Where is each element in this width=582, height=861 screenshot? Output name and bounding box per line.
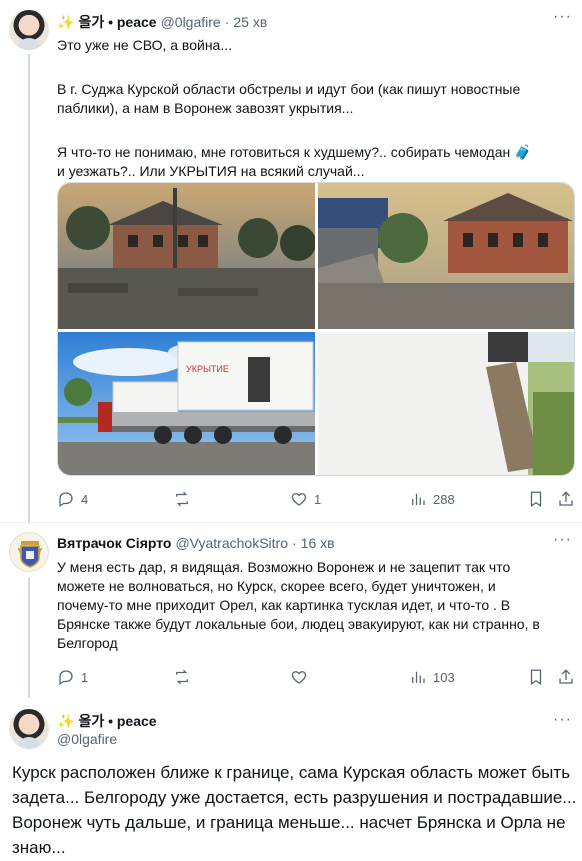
repost-icon (176, 491, 188, 507)
author-name[interactable]: Вятрачок Сіярто (57, 535, 171, 551)
views-icon (412, 671, 425, 683)
author-name[interactable]: 올가 • peace (78, 711, 156, 731)
post-header: ✨ 올가 • peace (57, 711, 157, 731)
share-button[interactable] (557, 490, 575, 508)
post-line: Это уже не СВО, а война... (57, 37, 232, 53)
avatar[interactable] (9, 10, 49, 50)
share-icon (559, 491, 573, 506)
post-line (57, 55, 572, 74)
bookmark-button[interactable] (527, 668, 545, 686)
author-handle[interactable]: @0lgafire (161, 14, 221, 30)
separator-dot: · (291, 535, 297, 551)
handle-row: @0lgafire (57, 731, 117, 747)
sparkle-icon: ✨ (57, 14, 75, 30)
container-label: УКРЫТИЕ (186, 364, 229, 374)
post-header: Вятрачок Сіярто @VyatrachokSitro · 16 хв (57, 535, 335, 551)
reply-button[interactable]: 4 (57, 490, 88, 508)
author-name[interactable]: 올가 • peace (78, 12, 156, 32)
post-line: знаю... (12, 838, 66, 857)
post-line: и уезжать?.. Или УКРЫТИЯ на всякий случа… (57, 163, 365, 179)
post-line: можете не волноваться, но Курск, скорее … (57, 578, 496, 594)
avatar[interactable] (9, 532, 49, 572)
bookmark-icon (530, 669, 542, 685)
post-line: Воронеж чуть дальше, и граница меньше...… (12, 813, 566, 832)
views-button[interactable]: 288 (409, 490, 455, 508)
like-button[interactable] (290, 668, 308, 686)
views-count: 288 (433, 491, 455, 507)
post-line: В г. Суджа Курской области обстрелы и ид… (57, 81, 521, 97)
like-button[interactable]: 1 (290, 490, 321, 508)
post-text: У меня есть дар, я видящая. Возможно Вор… (57, 558, 572, 653)
author-handle[interactable]: @0lgafire (57, 731, 117, 747)
post-line (57, 124, 572, 143)
bookmark-button[interactable] (527, 490, 545, 508)
like-count: 1 (314, 491, 322, 507)
post-line: У меня есть дар, я видящая. Возможно Вор… (57, 559, 511, 575)
post-actions: 1 103 (57, 667, 577, 687)
post-line: задета... Белгороду уже достается, есть … (12, 788, 577, 807)
media-grid[interactable]: УКРЫТИЕ (57, 182, 575, 476)
reply-count: 4 (81, 491, 89, 507)
thread-connector (28, 578, 30, 698)
post-header: ✨ 올가 • peace @0lgafire · 25 хв (57, 12, 267, 32)
repost-button[interactable] (173, 490, 191, 508)
repost-button[interactable] (173, 668, 191, 686)
more-options-icon[interactable]: ··· (553, 8, 572, 26)
post-line: Брянске также будут локальные бои, людец… (57, 616, 540, 632)
photo-damaged-building-2[interactable] (318, 183, 574, 329)
repost-icon (176, 669, 188, 685)
share-button[interactable] (557, 668, 575, 686)
post-line: Курск расположен ближе к границе, сама К… (12, 763, 571, 782)
more-options-icon[interactable]: ··· (553, 531, 572, 549)
more-options-icon[interactable]: ··· (553, 711, 572, 729)
separator-dot: · (224, 14, 230, 30)
post-text: Это уже не СВО, а война... В г. Суджа Ку… (57, 36, 572, 181)
post-time[interactable]: 16 хв (301, 535, 335, 551)
photo-damaged-building-1[interactable] (58, 183, 315, 329)
post-text: Курск расположен ближе к границе, сама К… (12, 760, 578, 860)
views-button[interactable]: 103 (409, 668, 455, 686)
post-line: Я что-то не понимаю, мне готовиться к ху… (57, 144, 532, 160)
views-count: 103 (433, 669, 455, 685)
photo-white-wall[interactable] (318, 332, 574, 475)
post-actions: 4 1 288 (57, 489, 577, 509)
photo-shelter-trucks[interactable]: УКРЫТИЕ (58, 332, 315, 475)
post-line: Белгород (57, 635, 118, 651)
author-handle[interactable]: @VyatrachokSitro (175, 535, 288, 551)
heart-icon (291, 493, 307, 506)
reply-button[interactable]: 1 (57, 668, 88, 686)
post-line: почему-то мне приходит Орел, как картинк… (57, 597, 511, 613)
divider (0, 522, 582, 523)
coat-of-arms-icon (17, 541, 43, 568)
reply-icon (59, 670, 73, 685)
sparkle-icon: ✨ (57, 713, 75, 729)
reply-count: 1 (81, 669, 89, 685)
post-time[interactable]: 25 хв (233, 14, 267, 30)
views-icon (412, 493, 425, 505)
avatar[interactable] (9, 709, 49, 749)
bookmark-icon (530, 491, 542, 507)
heart-icon (291, 671, 307, 684)
thread-connector (28, 54, 30, 524)
reply-icon (59, 492, 73, 507)
share-icon (559, 669, 573, 684)
post-line: паблики), а нам в Воронеж завозят укрыти… (57, 100, 354, 116)
